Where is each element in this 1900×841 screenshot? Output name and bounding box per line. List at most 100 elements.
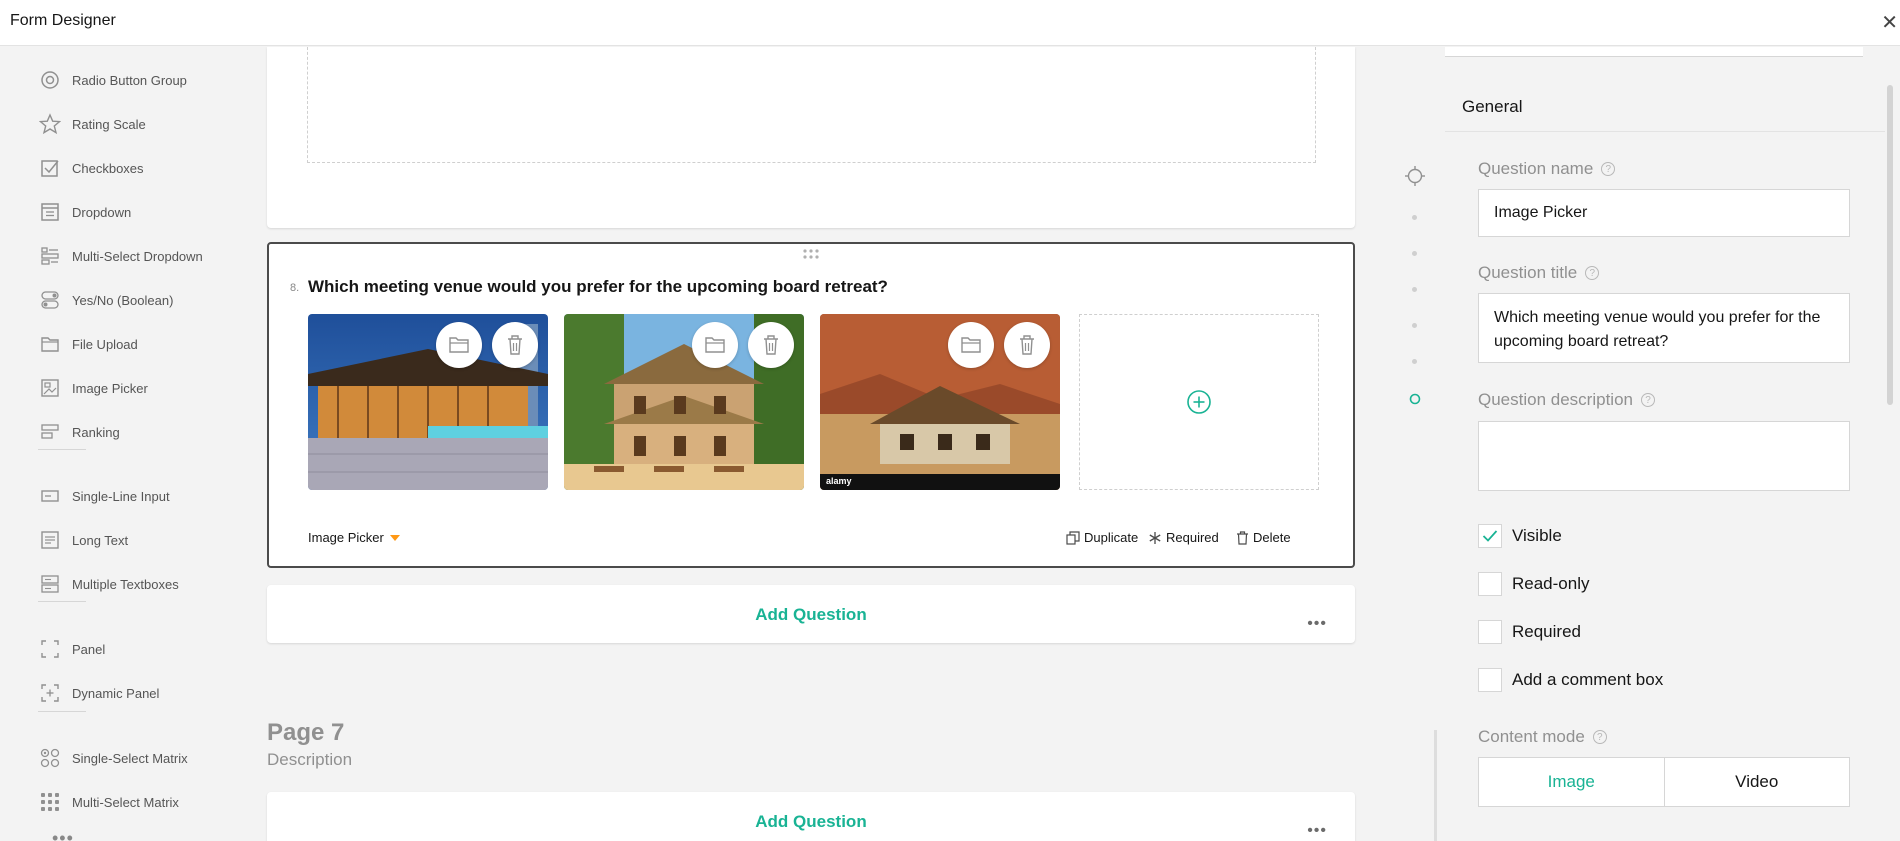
section-general-header[interactable]: General (1445, 82, 1885, 132)
question-card-image-picker[interactable]: 8. Which meeting venue would you prefer … (267, 242, 1355, 568)
help-icon[interactable]: ? (1601, 162, 1616, 176)
checkbox-icon (38, 156, 62, 180)
toolbox-item-yes-no-boolean[interactable]: Yes/No (Boolean) (38, 285, 173, 315)
add-question-button[interactable]: Add Question (267, 812, 1355, 832)
matrix-icon (38, 746, 62, 770)
toolbox-item-long-text[interactable]: Long Text (38, 525, 128, 555)
toolbox-item-image-picker[interactable]: Image Picker (38, 373, 148, 403)
more-options-icon[interactable]: ••• (1307, 822, 1327, 840)
choose-image-button[interactable] (692, 322, 738, 368)
toolbox-item-panel[interactable]: Panel (38, 634, 105, 664)
toolbox-item-rating-scale[interactable]: Rating Scale (38, 109, 146, 139)
content-mode-label-text: Content mode (1478, 727, 1585, 746)
page-title[interactable]: Page 7 (267, 719, 344, 747)
read-only-checkbox[interactable]: Read-only (1478, 572, 1590, 596)
content-mode-video[interactable]: Video (1663, 758, 1850, 806)
question-title-input[interactable]: Which meeting venue would you prefer for… (1478, 293, 1850, 363)
navigator-current-page-dot[interactable] (1409, 393, 1421, 405)
question-description-input[interactable] (1478, 421, 1850, 491)
toolbox-item-multiple-textboxes[interactable]: Multiple Textboxes (38, 569, 179, 599)
remove-image-button[interactable] (1004, 322, 1050, 368)
content-mode-image[interactable]: Image (1479, 758, 1664, 806)
toolbox-item-label: Multi-Select Dropdown (72, 248, 203, 264)
question-title-label-text: Question title (1478, 263, 1578, 282)
folder-icon (705, 337, 725, 353)
visible-checkbox[interactable]: Visible (1478, 524, 1562, 548)
toolbox-more-icon[interactable]: ••• (52, 828, 74, 841)
previous-question-card[interactable] (267, 47, 1355, 228)
image-watermark: alamy (826, 476, 852, 486)
toolbox-item-single-line-input[interactable]: Single-Line Input (38, 481, 170, 511)
toolbox-item-ranking[interactable]: Ranking (38, 417, 120, 447)
dropdown-icon (38, 200, 62, 224)
toolbox-item-label: Single-Line Input (72, 488, 170, 504)
drag-handle-icon[interactable] (802, 248, 820, 260)
page-description[interactable]: Description (267, 750, 352, 770)
toolbox-item-multi-select-dropdown[interactable]: Multi-Select Dropdown (38, 241, 203, 271)
toolbox-item-radio-button-group[interactable]: Radio Button Group (38, 65, 187, 95)
navigator-page-dot[interactable] (1412, 287, 1417, 292)
choose-image-button[interactable] (436, 322, 482, 368)
panel-splitter[interactable] (1434, 730, 1437, 841)
section-general-title: General (1462, 97, 1523, 116)
duplicate-button[interactable]: Duplicate (1066, 530, 1138, 545)
toolbox-item-label: Image Picker (72, 380, 148, 396)
property-grid-scrollbar[interactable] (1887, 85, 1893, 405)
add-image-choice[interactable] (1079, 314, 1319, 490)
read-only-label: Read-only (1512, 574, 1590, 593)
toolbox-item-label: Dynamic Panel (72, 685, 160, 701)
folder-icon (961, 337, 981, 353)
remove-image-button[interactable] (492, 322, 538, 368)
toolbox-item-dropdown[interactable]: Dropdown (38, 197, 131, 227)
image-choice-2[interactable] (564, 314, 804, 490)
trash-icon (508, 335, 522, 355)
content-mode-switch: Image Video (1478, 757, 1850, 807)
dynamic-panel-icon (38, 681, 62, 705)
toolbox-item-checkboxes[interactable]: Checkboxes (38, 153, 144, 183)
help-icon[interactable]: ? (1640, 393, 1655, 407)
question-name-label: Question name ? (1478, 159, 1616, 179)
question-name-input[interactable] (1478, 189, 1850, 237)
add-question-button[interactable]: Add Question (267, 605, 1355, 625)
panel-icon (38, 637, 62, 661)
close-icon[interactable]: ✕ (1881, 10, 1898, 35)
question-type-selector[interactable]: Image Picker (308, 530, 400, 545)
comment-box-checkbox[interactable]: Add a comment box (1478, 668, 1663, 692)
toolbox: Radio Button Group Rating Scale Checkbox… (12, 47, 242, 841)
add-question-bar: Add Question ••• (267, 585, 1355, 643)
delete-button[interactable]: Delete (1236, 530, 1291, 545)
navigator-page-dot[interactable] (1412, 251, 1417, 256)
help-icon[interactable]: ? (1585, 266, 1600, 280)
required-checkbox[interactable]: Required (1478, 620, 1581, 644)
plus-circle-icon (1187, 390, 1211, 414)
toolbox-item-file-upload[interactable]: File Upload (38, 329, 138, 359)
question-title[interactable]: Which meeting venue would you prefer for… (308, 277, 888, 297)
radio-icon (38, 68, 62, 92)
toolbox-item-label: Long Text (72, 532, 129, 548)
toolbox-divider (38, 601, 86, 602)
chevron-down-icon (389, 534, 400, 541)
check-icon (1482, 530, 1498, 542)
ranking-icon (38, 420, 62, 444)
toolbox-item-label: Single-Select Matrix (72, 750, 188, 766)
crosshair-icon[interactable] (1404, 165, 1426, 187)
toolbox-item-dynamic-panel[interactable]: Dynamic Panel (38, 678, 159, 708)
image-choice-1[interactable] (308, 314, 548, 490)
navigator-page-dot[interactable] (1412, 215, 1417, 220)
remove-image-button[interactable] (748, 322, 794, 368)
duplicate-label: Duplicate (1084, 530, 1139, 545)
choose-image-button[interactable] (948, 322, 994, 368)
toolbox-item-single-select-matrix[interactable]: Single-Select Matrix (38, 743, 188, 773)
toolbox-item-multi-select-matrix[interactable]: Multi-Select Matrix (38, 787, 179, 817)
visible-label: Visible (1512, 526, 1562, 545)
navigator-page-dot[interactable] (1412, 323, 1417, 328)
trash-icon (1237, 530, 1248, 545)
toolbox-divider (38, 449, 86, 450)
title-bar: Form Designer ✕ (0, 0, 1900, 46)
help-icon[interactable]: ? (1592, 730, 1607, 744)
image-icon (38, 376, 62, 400)
image-choice-3[interactable]: alamy (820, 314, 1060, 490)
navigator-page-dot[interactable] (1412, 359, 1417, 364)
required-button[interactable]: Required (1148, 530, 1219, 545)
more-options-icon[interactable]: ••• (1307, 615, 1327, 633)
